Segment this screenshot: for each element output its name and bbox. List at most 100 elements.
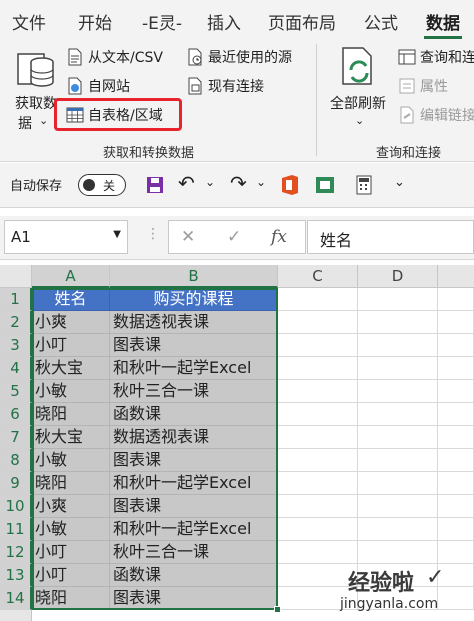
row-header[interactable] bbox=[0, 610, 32, 621]
cell-c[interactable] bbox=[278, 449, 358, 472]
cell-b[interactable]: 图表课 bbox=[110, 449, 278, 472]
cell-b[interactable]: 购买的课程 bbox=[110, 288, 278, 311]
cell-e[interactable] bbox=[438, 495, 474, 518]
cell-d[interactable] bbox=[358, 495, 438, 518]
cell-a[interactable]: 晓阳 bbox=[32, 587, 110, 610]
cell-a[interactable]: 小敏 bbox=[32, 518, 110, 541]
row-header[interactable]: 1 bbox=[0, 288, 32, 311]
cell-c[interactable] bbox=[278, 518, 358, 541]
cell-a[interactable]: 小叮 bbox=[32, 564, 110, 587]
cell-c[interactable] bbox=[278, 472, 358, 495]
column-header-e[interactable] bbox=[438, 265, 474, 288]
select-all-corner[interactable] bbox=[0, 265, 32, 288]
office-icon[interactable] bbox=[280, 174, 300, 196]
cell-d[interactable] bbox=[358, 472, 438, 495]
cell-b[interactable]: 和秋叶一起学Excel bbox=[110, 518, 278, 541]
cell-d[interactable] bbox=[358, 518, 438, 541]
redo-dropdown-icon[interactable]: ⌄ bbox=[256, 175, 266, 189]
tab-home[interactable]: 开始 bbox=[78, 9, 112, 34]
cell-c[interactable] bbox=[278, 311, 358, 334]
tab-insert[interactable]: 插入 bbox=[207, 9, 241, 34]
column-header-a[interactable]: A bbox=[32, 265, 110, 288]
cell-d[interactable] bbox=[358, 449, 438, 472]
edit-links-button[interactable]: 编辑链接 bbox=[398, 105, 474, 125]
row-header[interactable]: 4 bbox=[0, 357, 32, 380]
addin-icon[interactable] bbox=[314, 174, 336, 196]
refresh-all-button[interactable]: 全部刷新 ⌄ bbox=[324, 44, 394, 134]
properties-button[interactable]: 属性 bbox=[398, 76, 448, 96]
cell-e[interactable] bbox=[438, 380, 474, 403]
chevron-down-icon[interactable]: ▼ bbox=[113, 229, 121, 240]
cell-e[interactable] bbox=[438, 426, 474, 449]
cell-d[interactable] bbox=[358, 403, 438, 426]
save-icon[interactable] bbox=[145, 175, 165, 195]
cell-e[interactable] bbox=[438, 334, 474, 357]
from-web-button[interactable]: 自网站 bbox=[66, 76, 130, 96]
cell-e[interactable] bbox=[438, 472, 474, 495]
cell-c[interactable] bbox=[278, 380, 358, 403]
cell-a[interactable]: 小爽 bbox=[32, 495, 110, 518]
cell-a[interactable]: 晓阳 bbox=[32, 472, 110, 495]
undo-icon[interactable]: ↶ bbox=[178, 171, 195, 195]
cell-e[interactable] bbox=[438, 311, 474, 334]
function-icon[interactable]: fx bbox=[271, 227, 287, 247]
cell-e[interactable] bbox=[438, 288, 474, 311]
cell-a[interactable]: 秋大宝 bbox=[32, 426, 110, 449]
cell-a[interactable]: 姓名 bbox=[32, 288, 110, 311]
fill-handle[interactable] bbox=[274, 606, 281, 613]
row-header[interactable]: 11 bbox=[0, 518, 32, 541]
name-box[interactable]: A1 ▼ bbox=[4, 220, 128, 254]
row-header[interactable]: 2 bbox=[0, 311, 32, 334]
row-header[interactable]: 8 bbox=[0, 449, 32, 472]
cell-b[interactable]: 函数课 bbox=[110, 403, 278, 426]
row-header[interactable]: 3 bbox=[0, 334, 32, 357]
from-text-csv-button[interactable]: 从文本/CSV bbox=[66, 47, 163, 67]
cell-d[interactable] bbox=[358, 288, 438, 311]
cell-a[interactable]: 秋大宝 bbox=[32, 357, 110, 380]
queries-connections-button[interactable]: 查询和连接 bbox=[398, 47, 474, 67]
row-header[interactable]: 10 bbox=[0, 495, 32, 518]
cell-c[interactable] bbox=[278, 334, 358, 357]
cell-e[interactable] bbox=[438, 403, 474, 426]
row-header[interactable]: 14 bbox=[0, 587, 32, 610]
cell-a[interactable]: 小敏 bbox=[32, 380, 110, 403]
cell-e[interactable] bbox=[438, 357, 474, 380]
tab-data[interactable]: 数据 bbox=[426, 9, 460, 34]
row-header[interactable]: 6 bbox=[0, 403, 32, 426]
cell-c[interactable] bbox=[278, 403, 358, 426]
row-header[interactable]: 13 bbox=[0, 564, 32, 587]
cell-d[interactable] bbox=[358, 380, 438, 403]
cell-b[interactable]: 秋叶三合一课 bbox=[110, 380, 278, 403]
cancel-icon[interactable]: ✕ bbox=[181, 227, 195, 247]
cell-b[interactable]: 图表课 bbox=[110, 495, 278, 518]
cell-c[interactable] bbox=[278, 357, 358, 380]
formula-input[interactable]: 姓名 bbox=[307, 220, 474, 254]
cell-c[interactable] bbox=[278, 541, 358, 564]
cell-b[interactable]: 和秋叶一起学Excel bbox=[110, 357, 278, 380]
calculator-icon[interactable] bbox=[356, 175, 372, 195]
existing-connections-button[interactable]: 现有连接 bbox=[186, 76, 264, 96]
cell-b[interactable]: 秋叶三合一课 bbox=[110, 541, 278, 564]
cell-a[interactable]: 小叮 bbox=[32, 334, 110, 357]
cell-d[interactable] bbox=[358, 311, 438, 334]
tab-formulas[interactable]: 公式 bbox=[364, 9, 398, 34]
cell-c[interactable] bbox=[278, 426, 358, 449]
undo-dropdown-icon[interactable]: ⌄ bbox=[205, 175, 215, 189]
redo-icon[interactable]: ↷ bbox=[230, 171, 247, 195]
tab-eling[interactable]: -E灵- bbox=[142, 9, 182, 34]
tab-file[interactable]: 文件 bbox=[12, 9, 46, 34]
recent-sources-button[interactable]: 最近使用的源 bbox=[186, 47, 292, 67]
cell-a[interactable]: 晓阳 bbox=[32, 403, 110, 426]
column-header-c[interactable]: C bbox=[278, 265, 358, 288]
cell-d[interactable] bbox=[358, 334, 438, 357]
cell-e[interactable] bbox=[438, 518, 474, 541]
row-header[interactable]: 5 bbox=[0, 380, 32, 403]
column-header-d[interactable]: D bbox=[358, 265, 438, 288]
cell-a[interactable]: 小敏 bbox=[32, 449, 110, 472]
customize-toolbar-icon[interactable]: ⌄ bbox=[394, 175, 405, 190]
get-data-button[interactable]: 获取数 据 ⌄ bbox=[6, 44, 60, 134]
cell-b[interactable]: 和秋叶一起学Excel bbox=[110, 472, 278, 495]
autosave-toggle[interactable]: 关 bbox=[78, 174, 126, 196]
cell-d[interactable] bbox=[358, 541, 438, 564]
cell-d[interactable] bbox=[358, 426, 438, 449]
